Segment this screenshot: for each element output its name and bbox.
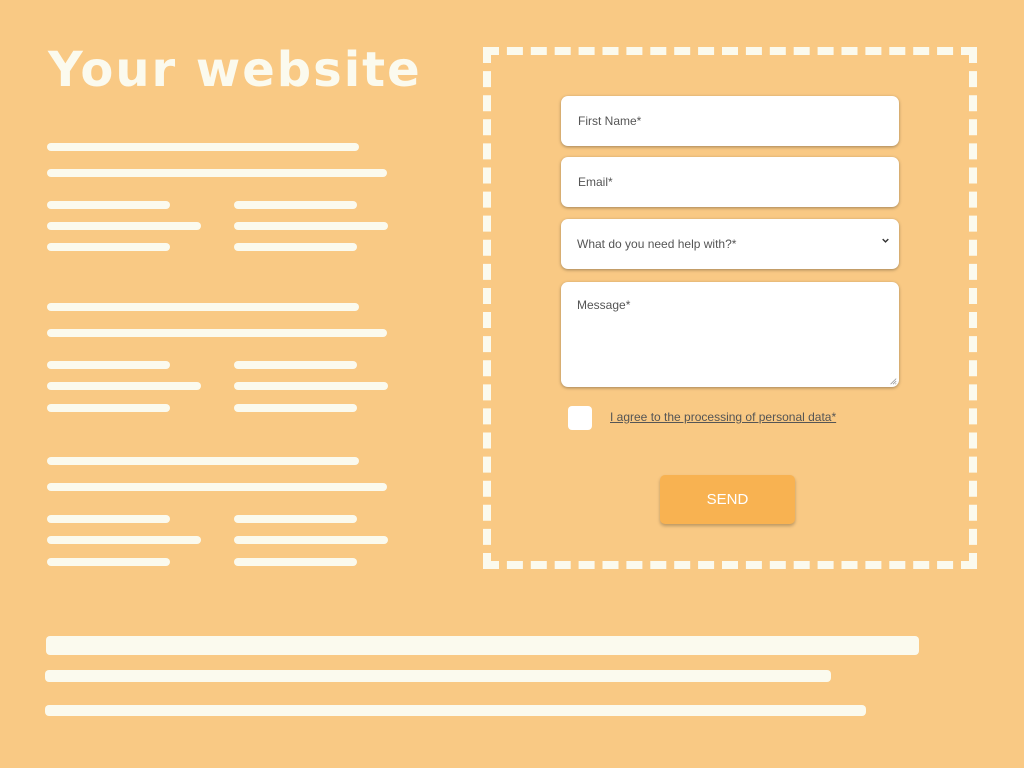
send-button[interactable]: SEND [660, 475, 795, 524]
footer-placeholder-bar [45, 705, 866, 716]
consent-link[interactable]: I agree to the processing of personal da… [610, 410, 836, 424]
text-placeholder-bar [47, 515, 170, 523]
footer-placeholder-bar [45, 670, 831, 682]
text-placeholder-bar [47, 382, 201, 390]
consent-checkbox[interactable] [568, 406, 592, 430]
text-placeholder-bar [47, 303, 359, 311]
text-placeholder-bar [47, 243, 170, 251]
page-title: Your website [48, 42, 422, 98]
footer-placeholder-bar [46, 636, 919, 655]
help-topic-select[interactable]: What do you need help with?* [561, 219, 899, 269]
resize-handle-icon[interactable] [889, 377, 897, 385]
text-placeholder-bar [234, 201, 357, 209]
text-placeholder-bar [234, 361, 357, 369]
text-placeholder-bar [47, 222, 201, 230]
text-placeholder-bar [47, 329, 387, 337]
text-placeholder-bar [47, 558, 170, 566]
text-placeholder-bar [47, 536, 201, 544]
text-placeholder-bar [234, 515, 357, 523]
text-placeholder-bar [234, 536, 388, 544]
message-textarea[interactable]: Message* [561, 282, 899, 387]
text-placeholder-bar [234, 404, 357, 412]
text-placeholder-bar [47, 201, 170, 209]
text-placeholder-bar [47, 404, 170, 412]
text-placeholder-bar [47, 143, 359, 151]
text-placeholder-bar [47, 457, 359, 465]
email-placeholder: Email* [578, 175, 613, 189]
help-topic-selected-value: What do you need help with?* [577, 237, 737, 251]
email-input[interactable]: Email* [561, 157, 899, 207]
text-placeholder-bar [234, 243, 357, 251]
text-placeholder-bar [234, 222, 388, 230]
text-placeholder-bar [47, 169, 387, 177]
text-placeholder-bar [47, 361, 170, 369]
text-placeholder-bar [47, 483, 387, 491]
first-name-placeholder: First Name* [578, 114, 642, 128]
first-name-input[interactable]: First Name* [561, 96, 899, 146]
message-placeholder: Message* [577, 298, 631, 312]
chevron-down-icon [882, 238, 889, 243]
text-placeholder-bar [234, 558, 357, 566]
text-placeholder-bar [234, 382, 388, 390]
